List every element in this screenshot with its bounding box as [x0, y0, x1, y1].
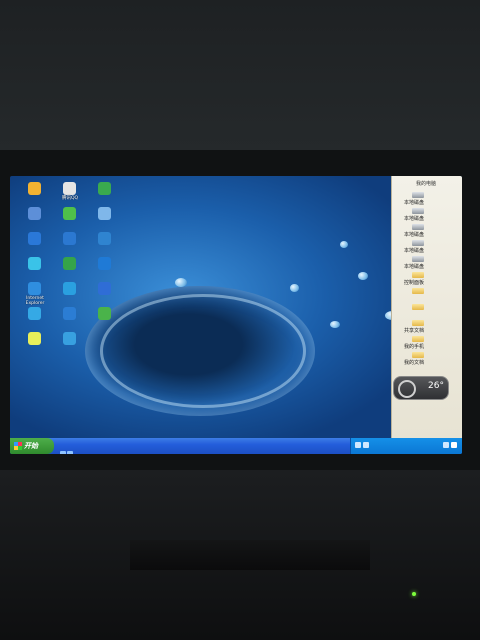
folder-icon	[412, 320, 424, 326]
panel-item[interactable]	[398, 288, 458, 303]
panel-item-label: 本地磁盘	[404, 232, 425, 238]
panel-item-label: 本地磁盘	[404, 216, 425, 222]
panel-item-label: 本地磁盘	[404, 264, 425, 270]
drive-item[interactable]: 本地磁盘	[398, 208, 458, 223]
app-icon	[28, 257, 41, 270]
panel-item[interactable]: 控制面板	[398, 272, 458, 287]
hard-drive-icon	[412, 256, 424, 262]
desktop-icon-label: 腾讯QQ	[61, 196, 79, 201]
folder-icon	[412, 288, 424, 294]
panel-item-label: 本地磁盘	[404, 248, 425, 254]
app-icon	[28, 332, 41, 345]
panel-item-label: 我的手机	[404, 344, 425, 350]
folder-icon	[412, 352, 424, 358]
browser-icon	[98, 232, 111, 245]
folder-icon	[412, 336, 424, 342]
monitor-icon	[63, 207, 76, 220]
taskbar: 开始	[10, 438, 462, 454]
panel-item[interactable]	[398, 304, 458, 319]
room-background	[0, 0, 480, 150]
app-icon	[63, 307, 76, 320]
system-tray	[350, 438, 462, 454]
gadget-dial-icon	[398, 380, 416, 398]
desktop-screen: 腾讯QQ Internet Explorer 我的电脑 本地磁盘 本地磁盘 本地磁盘本…	[10, 176, 462, 454]
water-crater-rim	[100, 294, 306, 408]
drive-item[interactable]: 本地磁盘	[398, 240, 458, 255]
tray-icon[interactable]	[443, 442, 449, 448]
browser-icon	[63, 232, 76, 245]
power-led-icon	[412, 592, 416, 596]
hard-drive-icon	[412, 192, 424, 198]
water-drop	[290, 284, 299, 292]
folder-icon	[28, 182, 41, 195]
tray-icon[interactable]	[363, 442, 369, 448]
drive-item[interactable]: 本地磁盘	[398, 224, 458, 239]
monitor-stand	[130, 540, 370, 570]
panel-item[interactable]: 共享文档	[398, 320, 458, 335]
qq-penguin-icon	[63, 182, 76, 195]
water-drop	[358, 272, 368, 280]
windows-flag-icon	[14, 442, 22, 450]
quick-launch	[60, 442, 82, 454]
game-icon	[63, 257, 76, 270]
app-icon	[63, 332, 76, 345]
hard-drive-icon	[412, 224, 424, 230]
gadget-value: 26°	[428, 381, 444, 391]
drive-item[interactable]: 本地磁盘	[398, 192, 458, 207]
my-computer-panel: 我的电脑 本地磁盘 本地磁盘 本地磁盘 本地磁盘 本地磁盘 控制面板 共享文档 我的手机 我的文…	[391, 176, 462, 438]
tray-icon[interactable]	[355, 442, 361, 448]
computer-icon	[28, 207, 41, 220]
desktop-icon[interactable]	[90, 307, 120, 337]
tray-icon[interactable]	[451, 442, 457, 448]
panel-title: 我的电脑	[416, 181, 437, 187]
desktop-icon[interactable]	[55, 332, 85, 362]
desktop-icon[interactable]	[20, 332, 50, 362]
drive-item[interactable]: 本地磁盘	[398, 256, 458, 271]
water-drop	[340, 241, 348, 248]
start-button[interactable]: 开始	[10, 438, 54, 454]
app-icon	[28, 307, 41, 320]
folder-icon	[412, 272, 424, 278]
network-icon	[28, 232, 41, 245]
weather-gadget[interactable]: 26°	[393, 376, 449, 400]
quick-launch-icon[interactable]	[67, 451, 73, 454]
quick-launch-icon[interactable]	[60, 451, 66, 454]
ie-icon	[28, 282, 41, 295]
folder-icon	[412, 304, 424, 310]
panel-item-label: 共享文档	[404, 328, 425, 334]
panel-item-label: 本地磁盘	[404, 200, 425, 206]
app-icon	[98, 282, 111, 295]
app-icon	[63, 282, 76, 295]
panel-item-label: 我的文档	[404, 360, 425, 366]
hard-drive-icon	[412, 240, 424, 246]
start-label: 开始	[24, 442, 38, 450]
panel-item[interactable]: 我的手机	[398, 336, 458, 351]
panel-item[interactable]: 我的文档	[398, 352, 458, 367]
hard-drive-icon	[412, 208, 424, 214]
app-icon	[98, 207, 111, 220]
panel-item-label: 控制面板	[404, 280, 425, 286]
app-icon	[98, 257, 111, 270]
app-icon	[98, 307, 111, 320]
app-icon	[98, 182, 111, 195]
desktop-icon-label: Internet Explorer	[25, 296, 45, 306]
water-drop	[330, 321, 340, 328]
water-drop	[175, 278, 187, 287]
